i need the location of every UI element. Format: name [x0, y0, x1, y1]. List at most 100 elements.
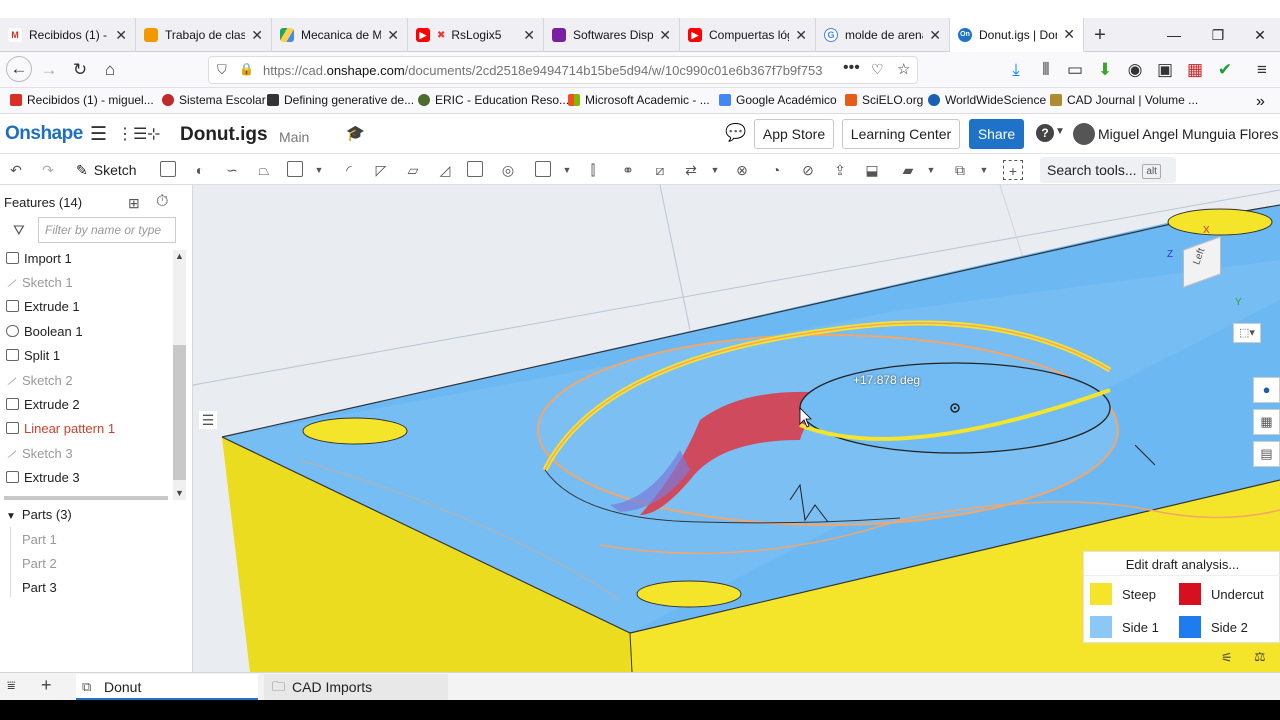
- tab-donut[interactable]: ⧉ Donut: [76, 674, 258, 700]
- browser-tab[interactable]: ▶ Compuertas lóg ✕: [680, 18, 816, 52]
- close-icon[interactable]: ✕: [659, 27, 671, 44]
- part-item[interactable]: Part 2: [22, 556, 57, 571]
- forward-icon[interactable]: →: [37, 58, 61, 82]
- shield-icon[interactable]: ⛉: [217, 62, 227, 78]
- parts-header[interactable]: ▼ Parts (3): [6, 507, 72, 522]
- part-item[interactable]: Part 1: [22, 532, 57, 547]
- library-icon[interactable]: ⫴: [1034, 58, 1058, 82]
- add-tab-icon[interactable]: +: [41, 675, 52, 696]
- url-text[interactable]: https://cad.onshape.com/documents/2cd251…: [263, 63, 843, 78]
- back-icon[interactable]: ←: [6, 56, 32, 82]
- delete-face-icon[interactable]: ⊘: [798, 160, 818, 180]
- plane-icon[interactable]: ▰: [898, 160, 918, 180]
- horizontal-scrollbar[interactable]: [4, 496, 168, 500]
- replace-face-icon[interactable]: ⬓: [862, 160, 882, 180]
- surface-icon[interactable]: ⧉: [950, 160, 970, 180]
- browser-tab[interactable]: G molde de arena ✕: [816, 18, 950, 52]
- close-icon[interactable]: ✕: [251, 27, 263, 44]
- extension-icon[interactable]: ⬇: [1093, 58, 1117, 82]
- minimize-icon[interactable]: —: [1152, 18, 1196, 52]
- hole-icon[interactable]: ◎: [498, 160, 518, 180]
- feature-filter-input[interactable]: Filter by name or type: [38, 217, 176, 243]
- mute-icon[interactable]: ✖: [437, 30, 445, 41]
- share-button[interactable]: Share: [969, 119, 1024, 149]
- view-options-icon[interactable]: ⬚▾: [1233, 323, 1261, 343]
- feature-item-sketch[interactable]: Sketch 2: [6, 369, 73, 391]
- feature-tree-icon[interactable]: ⋮☰: [117, 124, 147, 144]
- onshape-logo[interactable]: Onshape: [5, 123, 83, 145]
- url-bar[interactable]: ⛉ 🔒 https://cad.onshape.com/documents/2c…: [208, 56, 918, 84]
- comment-icon[interactable]: 💬: [725, 123, 746, 143]
- document-name[interactable]: Donut.igs: [180, 124, 268, 146]
- screenshot-icon[interactable]: ▣: [1153, 58, 1177, 82]
- bookmark-item[interactable]: CAD Journal | Volume ...: [1050, 93, 1198, 107]
- chevron-down-icon[interactable]: ▼: [921, 160, 941, 180]
- bookmark-item[interactable]: ERIC - Education Reso...: [418, 93, 569, 107]
- feature-scrollbar[interactable]: ▲ ▼: [173, 250, 186, 500]
- browser-tab-active[interactable]: On Donut.igs | Don ✕: [950, 18, 1084, 52]
- feature-item-extrude[interactable]: Extrude 1: [6, 295, 80, 317]
- bookmark-item[interactable]: SciELO.org: [845, 93, 923, 107]
- loft-icon[interactable]: ⏢: [254, 160, 274, 180]
- chevron-down-icon[interactable]: ▼: [705, 160, 725, 180]
- pocket-icon[interactable]: ♡: [871, 61, 884, 78]
- check-icon[interactable]: ✔: [1213, 58, 1237, 82]
- boolean-icon[interactable]: ⚭: [618, 160, 638, 180]
- bookmark-item[interactable]: Google Académico: [719, 93, 837, 107]
- bookmark-item[interactable]: WorldWideScience: [928, 93, 1046, 107]
- more-icon[interactable]: •••: [843, 59, 860, 77]
- shell-icon[interactable]: [467, 161, 483, 177]
- close-icon[interactable]: ✕: [387, 27, 399, 44]
- feature-item-boolean[interactable]: Boolean 1: [6, 320, 83, 342]
- sidebar-icon[interactable]: ▭: [1063, 58, 1087, 82]
- close-icon[interactable]: ✕: [1063, 26, 1075, 43]
- browser-tab[interactable]: M Recibidos (1) - n ✕: [0, 18, 136, 52]
- chevron-down-icon[interactable]: ▼: [1055, 126, 1065, 137]
- chevron-down-icon[interactable]: ▼: [974, 160, 994, 180]
- feature-item-sketch[interactable]: Sketch 1: [6, 271, 73, 293]
- browser-tab[interactable]: Softwares Dispo ✕: [544, 18, 680, 52]
- learning-center-button[interactable]: Learning Center: [842, 119, 960, 149]
- feature-item-extrude[interactable]: Extrude 2: [6, 393, 80, 415]
- undo-icon[interactable]: ↶: [6, 160, 26, 180]
- lock-icon[interactable]: 🔒: [239, 62, 254, 76]
- more-bookmarks-icon[interactable]: »: [1256, 93, 1265, 111]
- filter-icon[interactable]: ⛛: [13, 222, 25, 239]
- extrude-icon[interactable]: [160, 161, 176, 177]
- split-icon[interactable]: ⧄: [650, 160, 670, 180]
- balance-icon[interactable]: ⚖: [1254, 649, 1266, 665]
- modify-fillet-icon[interactable]: ◔: [766, 160, 786, 180]
- browser-tab[interactable]: Mecanica de M ✕: [272, 18, 408, 52]
- app-store-button[interactable]: App Store: [754, 119, 834, 149]
- bookmark-star-icon[interactable]: ☆: [897, 60, 910, 78]
- reload-icon[interactable]: ↻: [68, 58, 92, 82]
- close-icon[interactable]: ✕: [523, 27, 535, 44]
- view-cube[interactable]: Left X Z Y: [1167, 225, 1242, 308]
- transform-icon[interactable]: ⇄: [681, 160, 701, 180]
- download-icon[interactable]: ⤓: [1004, 58, 1028, 82]
- user-name[interactable]: Miguel Angel Munguia Flores: [1098, 126, 1279, 142]
- rib-icon[interactable]: ◿: [435, 160, 455, 180]
- delete-part-icon[interactable]: ⊗: [732, 160, 752, 180]
- tab-manager-icon[interactable]: ⩸: [7, 677, 16, 694]
- browser-tab[interactable]: Trabajo de clase ✕: [136, 18, 272, 52]
- feature-item-sketch[interactable]: Sketch 3: [6, 442, 73, 464]
- thicken-icon[interactable]: [287, 161, 303, 177]
- branch-name[interactable]: Main: [279, 129, 309, 145]
- bookmark-item[interactable]: Sistema Escolar: [162, 93, 266, 107]
- close-icon[interactable]: ✕: [115, 27, 127, 44]
- variable-table-icon[interactable]: ▤: [1253, 441, 1280, 467]
- redo-icon[interactable]: ↷: [38, 160, 58, 180]
- sweep-icon[interactable]: ∽: [222, 160, 242, 180]
- measure-icon[interactable]: ⚟: [1221, 650, 1233, 666]
- scroll-thumb[interactable]: [173, 345, 186, 480]
- browser-tab[interactable]: ▶ ✖ RsLogix5 ✕: [408, 18, 544, 52]
- menu-icon[interactable]: ☰: [90, 123, 107, 146]
- scroll-down-icon[interactable]: ▼: [175, 488, 184, 498]
- close-window-icon[interactable]: ✕: [1238, 18, 1280, 52]
- feature-item-extrude[interactable]: Extrude 3: [6, 466, 80, 488]
- menu-icon[interactable]: ≡: [1250, 58, 1274, 82]
- extension-icon[interactable]: ▦: [1183, 58, 1207, 82]
- appearance-icon[interactable]: ●: [1253, 377, 1280, 403]
- fillet-icon[interactable]: ◜: [339, 160, 359, 180]
